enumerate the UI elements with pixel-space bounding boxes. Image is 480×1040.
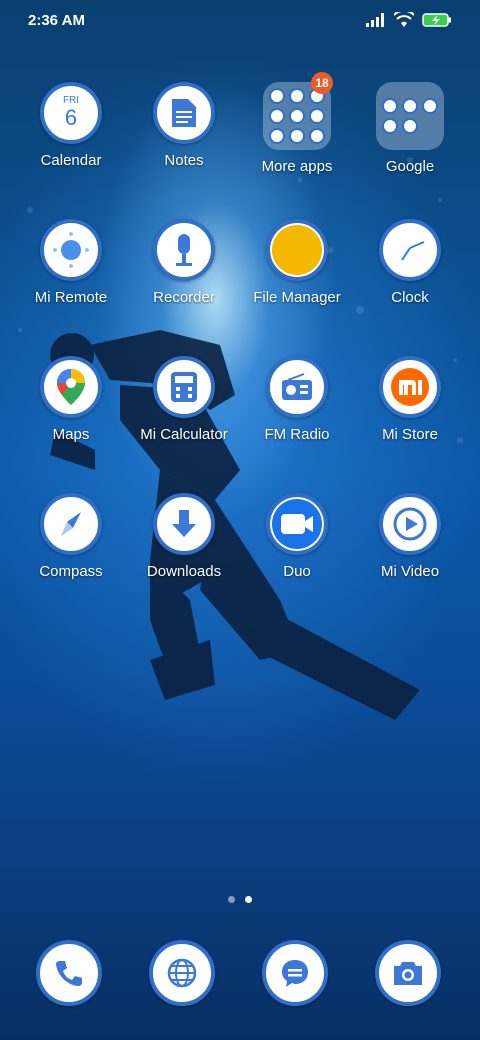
status-icons [366, 12, 452, 28]
app-label: Maps [52, 426, 90, 443]
app-label: Duo [283, 563, 311, 580]
status-bar: 2:36 AM [0, 0, 480, 40]
compass-icon [40, 493, 102, 555]
dock-camera[interactable] [348, 940, 468, 1006]
app-label: Notes [164, 152, 204, 169]
message-icon [262, 940, 328, 1006]
app-label: Compass [39, 563, 103, 580]
app-label: Mi Video [380, 563, 440, 580]
app-file-manager[interactable]: File Manager [237, 219, 357, 306]
signal-icon [366, 13, 384, 27]
notes-icon [153, 82, 215, 144]
app-mi-video[interactable]: Mi Video [350, 493, 470, 580]
app-label: File Manager [253, 289, 341, 306]
dock-phone[interactable] [9, 940, 129, 1006]
play-icon [379, 493, 441, 555]
page-dot-active[interactable] [245, 896, 252, 903]
calendar-date: 6 [64, 105, 78, 130]
page-dot[interactable] [228, 896, 235, 903]
app-label: Calendar [40, 152, 102, 169]
app-label: Clock [391, 289, 429, 306]
app-compass[interactable]: Compass [11, 493, 131, 580]
mi-logo-icon [379, 356, 441, 418]
app-fm-radio[interactable]: FM Radio [237, 356, 357, 443]
dock-browser[interactable] [122, 940, 242, 1006]
dock-messages[interactable] [235, 940, 355, 1006]
app-mi-calculator[interactable]: Mi Calculator [124, 356, 244, 443]
app-folder-google[interactable]: Google [350, 82, 470, 175]
battery-charging-icon [422, 13, 451, 27]
app-duo[interactable]: Duo [237, 493, 357, 580]
calendar-icon: FRI 6 [40, 82, 102, 144]
app-calendar[interactable]: FRI 6 Calendar [11, 82, 131, 169]
app-folder-more-apps[interactable]: 18 More apps [237, 72, 357, 175]
clock-icon [379, 219, 441, 281]
app-notes[interactable]: Notes [124, 82, 244, 169]
app-label: Mi Calculator [140, 426, 228, 443]
camera-icon [375, 940, 441, 1006]
radio-icon [266, 356, 328, 418]
app-downloads[interactable]: Downloads [124, 493, 244, 580]
app-label: Mi Store [382, 426, 438, 443]
app-label: Downloads [146, 563, 222, 580]
app-label: FM Radio [264, 426, 330, 443]
app-mi-remote[interactable]: Mi Remote [11, 219, 131, 306]
app-clock[interactable]: Clock [350, 219, 470, 306]
download-icon [153, 493, 215, 555]
app-label: More apps [261, 158, 333, 175]
calculator-icon [153, 356, 215, 418]
app-mi-store[interactable]: Mi Store [350, 356, 470, 443]
microphone-icon [153, 219, 215, 281]
app-maps[interactable]: Maps [11, 356, 131, 443]
wifi-icon [394, 12, 414, 27]
remote-icon [40, 219, 102, 281]
app-label: Google [385, 158, 435, 175]
phone-icon [36, 940, 102, 1006]
globe-icon [149, 940, 215, 1006]
notification-badge: 18 [311, 72, 333, 94]
folder-circle-icon [266, 219, 328, 281]
app-recorder[interactable]: Recorder [124, 219, 244, 306]
page-indicator [0, 896, 480, 903]
video-camera-icon [266, 493, 328, 555]
status-time: 2:36 AM [28, 12, 85, 29]
map-pin-icon [40, 356, 102, 418]
app-label: Mi Remote [34, 289, 108, 306]
app-label: Recorder [153, 289, 215, 306]
folder-icon [376, 82, 444, 150]
